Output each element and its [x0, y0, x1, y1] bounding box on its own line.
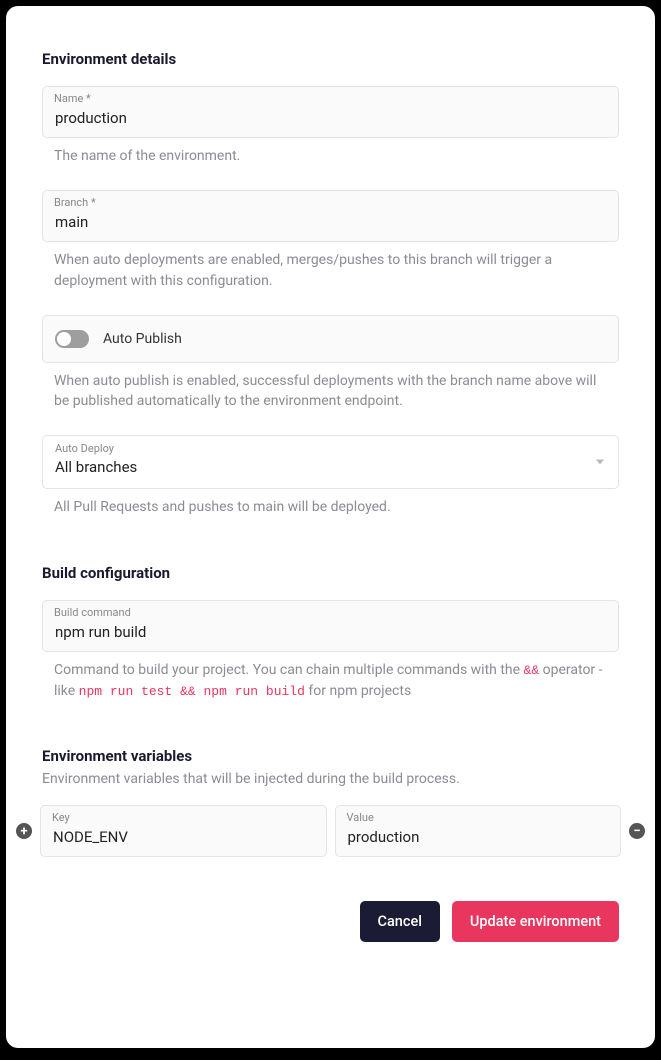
remove-env-var-icon[interactable]: −: [629, 823, 645, 839]
build-help-post: for npm projects: [308, 683, 411, 699]
branch-field-wrapper: Branch *: [42, 190, 619, 242]
env-var-row: + Key Value −: [16, 805, 645, 857]
chevron-down-icon: [596, 460, 604, 465]
auto-publish-toggle-row: Auto Publish: [42, 315, 619, 363]
build-help-code2: npm run test && npm run build: [79, 684, 305, 699]
branch-input[interactable]: [42, 190, 619, 242]
name-help: The name of the environment.: [42, 146, 619, 166]
build-command-label: Build command: [54, 606, 131, 619]
branch-help: When auto deployments are enabled, merge…: [42, 250, 619, 291]
add-env-var-icon[interactable]: +: [16, 823, 32, 839]
auto-deploy-label: Auto Deploy: [55, 442, 114, 455]
env-var-value-input[interactable]: [335, 805, 622, 857]
section-title-build-config: Build configuration: [42, 564, 619, 582]
section-title-env-vars: Environment variables: [42, 747, 619, 765]
button-row: Cancel Update environment: [42, 901, 619, 942]
build-command-help: Command to build your project. You can c…: [42, 660, 619, 702]
env-var-key-input[interactable]: [40, 805, 327, 857]
name-field-wrapper: Name *: [42, 86, 619, 138]
toggle-knob-icon: [57, 332, 71, 346]
env-vars-description: Environment variables that will be injec…: [42, 771, 619, 787]
name-label: Name *: [54, 92, 91, 105]
auto-deploy-value: All branches: [55, 458, 606, 476]
update-environment-button[interactable]: Update environment: [452, 901, 619, 942]
environment-modal: Environment details Name * The name of t…: [6, 6, 655, 1048]
env-var-key-wrapper: Key: [40, 805, 327, 857]
auto-publish-toggle[interactable]: [55, 330, 89, 348]
name-input[interactable]: [42, 86, 619, 138]
auto-publish-label: Auto Publish: [103, 331, 182, 347]
auto-deploy-select[interactable]: Auto Deploy All branches: [42, 435, 619, 489]
build-help-code1: &&: [524, 663, 540, 678]
build-command-field-wrapper: Build command: [42, 600, 619, 652]
build-help-pre: Command to build your project. You can c…: [54, 662, 524, 678]
auto-publish-help: When auto publish is enabled, successful…: [42, 371, 619, 412]
env-var-value-wrapper: Value: [335, 805, 622, 857]
branch-label: Branch *: [54, 196, 96, 209]
env-var-value-label: Value: [347, 811, 374, 824]
section-title-env-details: Environment details: [42, 50, 619, 68]
auto-deploy-help: All Pull Requests and pushes to main wil…: [42, 497, 619, 517]
cancel-button[interactable]: Cancel: [360, 901, 440, 942]
env-var-key-label: Key: [52, 811, 70, 824]
